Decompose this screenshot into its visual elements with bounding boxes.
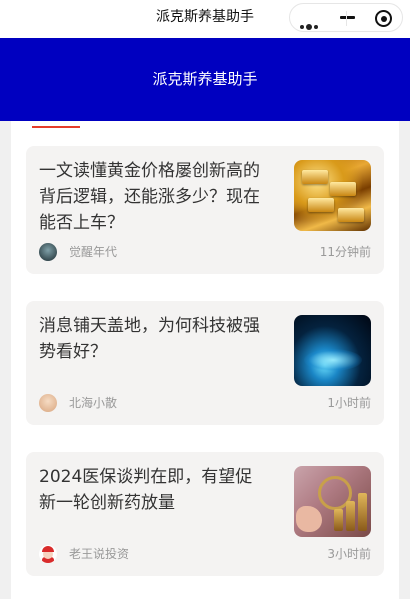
publish-time: 11分钟前	[319, 245, 371, 259]
author-name: 老王说投资	[69, 547, 130, 561]
coins-magnifier-image	[294, 466, 371, 537]
author-name: 觉醒年代	[69, 245, 118, 259]
author-avatar	[39, 545, 57, 563]
author-name: 北海小散	[69, 396, 118, 410]
publish-time: 3小时前	[327, 547, 371, 561]
active-tab-indicator	[32, 126, 80, 128]
gold-bars-image	[294, 160, 371, 231]
author-avatar	[39, 243, 57, 261]
more-button[interactable]	[290, 4, 355, 35]
article-headline: 2024医保谈判在即，有望促新一轮创新药放量	[39, 467, 253, 513]
article-headline: 一文读懂黄金价格屡创新高的背后逻辑，还能涨多少？现在能否上车？	[39, 161, 260, 233]
more-dots-icon	[300, 16, 320, 35]
tech-globe-image	[294, 315, 371, 386]
target-close-icon	[375, 10, 392, 27]
author-avatar	[39, 394, 57, 412]
article-card[interactable]: 2024医保谈判在即，有望促新一轮创新药放量 老王说投资 3小时前	[26, 452, 384, 576]
close-button[interactable]	[347, 4, 403, 33]
header-title: 派克斯养基助手	[152, 70, 258, 88]
article-card[interactable]: 一文读懂黄金价格屡创新高的背后逻辑，还能涨多少？现在能否上车？ 觉醒年代 11分…	[26, 146, 384, 274]
capsule-menu	[289, 3, 403, 32]
title-bar: 派克斯养基助手	[0, 0, 410, 38]
article-card[interactable]: 消息铺天盖地，为何科技被强势看好？ 北海小散 1小时前	[26, 301, 384, 425]
article-headline: 消息铺天盖地，为何科技被强势看好？	[39, 316, 260, 362]
publish-time: 1小时前	[327, 396, 371, 410]
app-header: 派克斯养基助手	[0, 38, 410, 121]
